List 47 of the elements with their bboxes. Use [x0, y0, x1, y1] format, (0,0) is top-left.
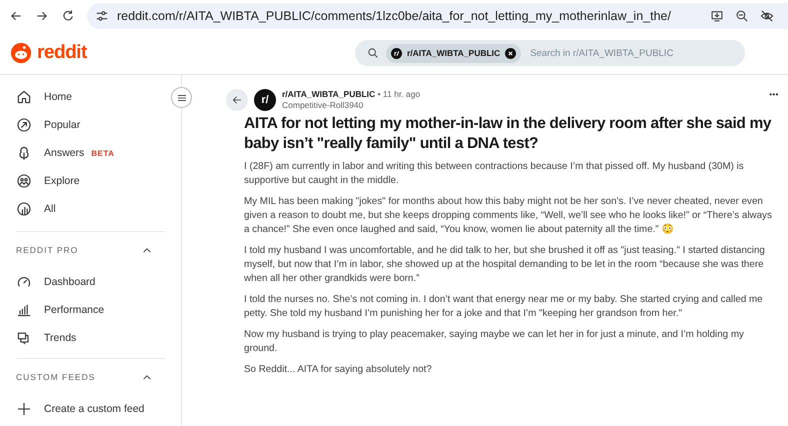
chip-label: r/AITA_WIBTA_PUBLIC: [407, 48, 500, 58]
post-paragraph: I told my husband I was uncomfortable, and he did talk to her, but she brushed it off as "just teasing." I started distancing myself, but now that I’m in labor, she showed up at the hospital demanding to be let in the room “because she was there when all her other grandkids were born.”: [244, 244, 766, 286]
sidebar-item[interactable]: Dashboard: [16, 268, 165, 296]
eye-slash-icon[interactable]: [760, 9, 774, 23]
monitor-download-icon[interactable]: [710, 9, 724, 23]
alien-mascot-icon[interactable]: [10, 42, 32, 64]
reload-icon[interactable]: [61, 9, 75, 23]
zoom-icon[interactable]: [735, 9, 749, 23]
subreddit-logo-icon: [391, 48, 402, 58]
plus-icon: [16, 401, 32, 417]
sidebar-item[interactable]: Explore: [16, 167, 165, 195]
bar-chart-icon: [16, 302, 32, 318]
subreddit-avatar[interactable]: r/: [254, 89, 276, 111]
post-paragraph: So Reddit... AITA for saying absolutely not?: [244, 363, 433, 377]
section-heading: REDDIT PRO: [16, 245, 78, 255]
tune-icon[interactable]: [95, 9, 109, 23]
sidebar-item[interactable]: Create a custom feed: [16, 395, 165, 423]
close-icon[interactable]: [505, 48, 516, 58]
post-paragraph: My MIL has been making "jokes" for months about how this baby might not be her son’s. I’ve never cheated, never even given a reason to doubt me, but she keeps dropping comments like, “Well, we’ll see who he looks like!” or “There’s always a chance!” She even once laughed and said, “You know, women lie about paternity all the time.” 😳: [244, 195, 773, 237]
post-time: • 11 hr. ago: [378, 89, 420, 99]
section-heading: CUSTOM FEEDS: [16, 372, 96, 382]
forward-arrow-icon[interactable]: [35, 9, 49, 23]
subreddit-link[interactable]: r/AITA_WIBTA_PUBLIC: [282, 89, 376, 99]
sidebar-item[interactable]: Performance: [16, 296, 165, 324]
back-arrow-icon[interactable]: [9, 9, 23, 23]
sidebar-item[interactable]: Trends: [16, 324, 165, 352]
sidebar-item[interactable]: Home: [16, 83, 165, 111]
sidebar-item[interactable]: Popular: [16, 111, 165, 139]
house-icon: [16, 89, 32, 105]
post-paragraph: I told the nurses no. She’s not coming in. I don’t want that energy near me or my baby. She started crying and called me petty. She told my husband I’m punishing her for a joke and that I’m "keeping her grandson from her.": [244, 293, 764, 321]
address-bar[interactable]: reddit.com/r/AITA_WIBTA_PUBLIC/comments/1lzc0be/aita_for_not_letting_my_motherinlaw_in_the/: [87, 3, 788, 29]
menu-button[interactable]: [171, 87, 192, 108]
sidebar-item[interactable]: All: [16, 195, 165, 223]
back-arrow-icon: [231, 94, 243, 106]
trending-arrow-icon: [16, 117, 32, 133]
search-icon: [367, 47, 379, 59]
people-icon: [16, 173, 32, 189]
url-text: reddit.com/r/AITA_WIBTA_PUBLIC/comments/1lzc0be/aita_for_not_letting_my_motherinlaw_in_the/: [117, 9, 671, 23]
back-button[interactable]: [226, 89, 248, 111]
subreddit-chip[interactable]: r/AITA_WIBTA_PUBLIC: [386, 44, 522, 62]
beta-label: BETA: [91, 148, 114, 158]
search-field[interactable]: r/AITA_WIBTA_PUBLIC Search in r/AITA_WIBTA_PUBLIC: [355, 40, 745, 66]
post-paragraph: Now my husband is trying to play peacemaker, saying maybe we can let her in for just a minute, and I’m holding my ground.: [244, 328, 745, 356]
post-paragraph: I (28F) am currently in labor and writing this between contractions because I’m that pissed off. My husband (30M) is supportive but caught in the middle.: [244, 160, 745, 188]
author-link[interactable]: Competitive-Roll3940: [282, 100, 364, 110]
sidebar-item[interactable]: Answers BETA: [16, 139, 165, 167]
post-title: AITA for not letting my mother-in-law in the delivery room after she said my baby isn’t "really family" until a DNA test?: [244, 114, 772, 154]
